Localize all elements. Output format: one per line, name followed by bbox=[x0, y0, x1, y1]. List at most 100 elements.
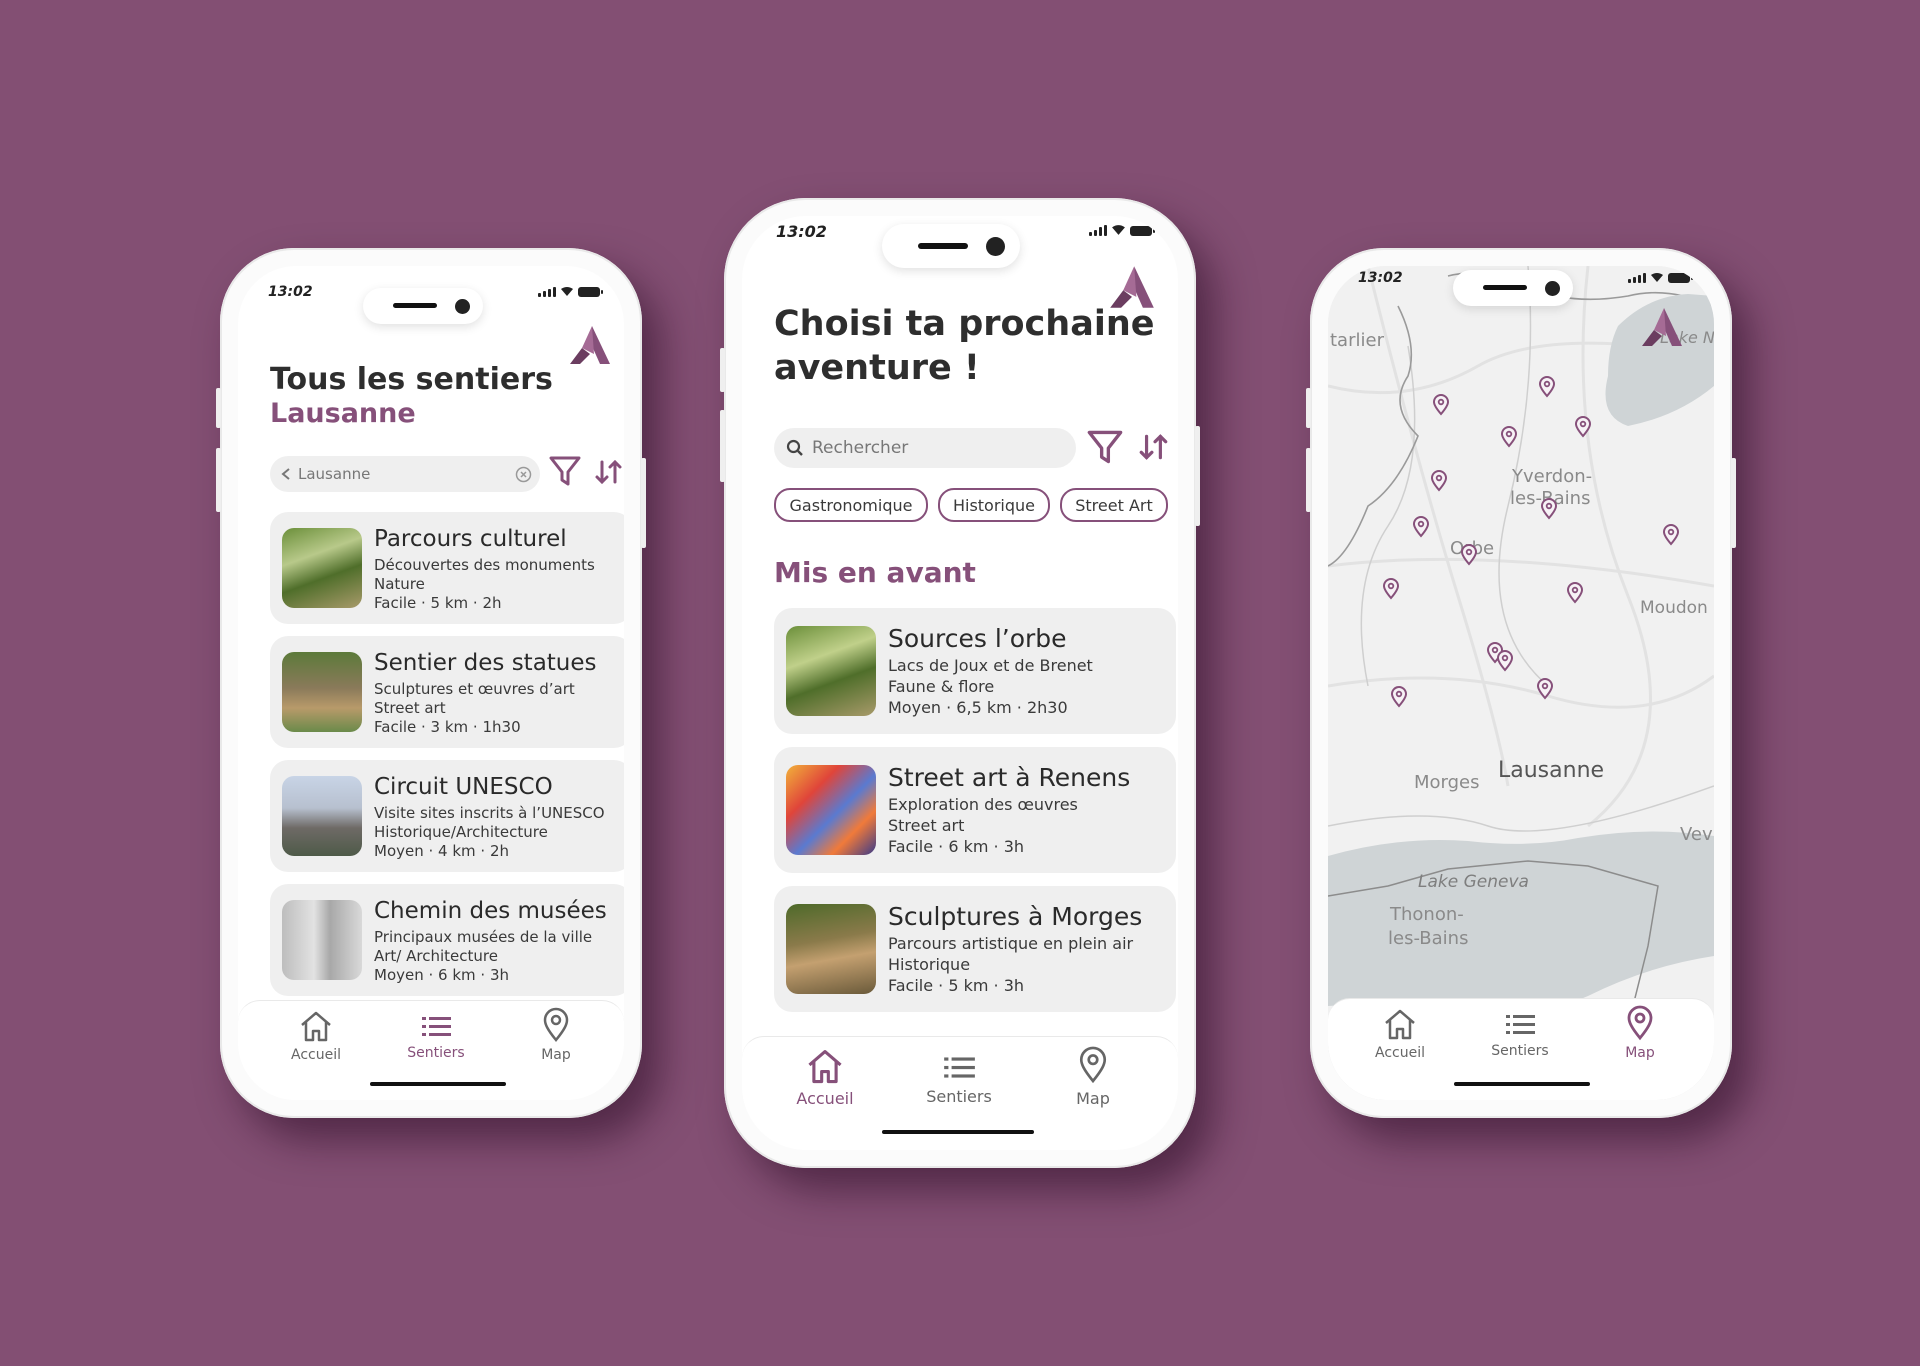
home-indicator bbox=[882, 1130, 1034, 1134]
tab-trails[interactable]: Sentiers bbox=[386, 1011, 486, 1061]
phone-trails-list: 13:02 Tous les sentiers Lausanne Lausann… bbox=[216, 248, 646, 1118]
list-icon bbox=[944, 1057, 975, 1078]
map-pin-icon[interactable] bbox=[1566, 582, 1584, 604]
tab-label: Accueil bbox=[291, 1047, 341, 1063]
dynamic-island bbox=[363, 288, 483, 324]
map-pin-icon[interactable] bbox=[1540, 498, 1558, 520]
page-title: Choisi ta prochaine bbox=[774, 304, 1155, 344]
status-icons bbox=[538, 286, 603, 297]
status-icons bbox=[1628, 272, 1693, 283]
map-pin-icon[interactable] bbox=[1574, 416, 1592, 438]
map-label: Thonon- bbox=[1390, 904, 1464, 925]
battery-icon bbox=[1130, 226, 1155, 236]
side-button bbox=[720, 410, 725, 482]
trail-description: Sculptures et œuvres d’art bbox=[374, 680, 575, 698]
trail-meta: Facile · 5 km · 2h bbox=[374, 594, 502, 612]
trail-card[interactable]: Circuit UNESCO Visite sites inscrits à l… bbox=[270, 760, 624, 872]
list-icon bbox=[422, 1017, 451, 1036]
tab-home[interactable]: Accueil bbox=[1350, 1007, 1450, 1061]
filter-icon[interactable] bbox=[1086, 428, 1124, 466]
side-button bbox=[1195, 426, 1200, 526]
trail-card[interactable]: Chemin des musées Principaux musées de l… bbox=[270, 884, 624, 996]
map-pin-icon[interactable] bbox=[1460, 544, 1478, 566]
screen: 13:02 Tous les sentiers Lausanne Lausann… bbox=[238, 266, 624, 1100]
trail-image bbox=[282, 528, 362, 608]
search-input[interactable]: Lausanne bbox=[270, 456, 540, 492]
side-button bbox=[1731, 458, 1736, 548]
tab-bar: Accueil Sentiers Map bbox=[238, 1000, 624, 1100]
map-label: Lausanne bbox=[1498, 758, 1605, 783]
signal-icon bbox=[1089, 225, 1107, 236]
tab-trails[interactable]: Sentiers bbox=[904, 1051, 1014, 1106]
location-pin-icon bbox=[543, 1007, 569, 1042]
map-pin-icon[interactable] bbox=[1662, 524, 1680, 546]
featured-card[interactable]: Sculptures à Morges Parcours artistique … bbox=[774, 886, 1176, 1012]
tab-map[interactable]: Map bbox=[1590, 1005, 1690, 1061]
map-pin-icon[interactable] bbox=[1536, 678, 1554, 700]
trail-image bbox=[786, 765, 876, 855]
map-pin-icon[interactable] bbox=[1412, 516, 1430, 538]
tab-label: Map bbox=[1625, 1045, 1655, 1061]
tab-bar: Accueil Sentiers Map bbox=[1328, 998, 1714, 1100]
dynamic-island bbox=[882, 224, 1020, 268]
clear-icon[interactable] bbox=[515, 466, 532, 483]
trail-category: Faune & flore bbox=[888, 677, 995, 696]
phone-home: 13:02 Choisi ta prochaine aventure ! Rec… bbox=[720, 198, 1200, 1168]
tab-home[interactable]: Accueil bbox=[770, 1047, 880, 1108]
tab-map[interactable]: Map bbox=[1038, 1045, 1148, 1108]
map-pin-icon[interactable] bbox=[1500, 426, 1518, 448]
page-title: Tous les sentiers bbox=[270, 362, 553, 397]
trail-description: Découvertes des monuments bbox=[374, 556, 595, 574]
trail-image bbox=[282, 652, 362, 732]
status-time: 13:02 bbox=[776, 222, 827, 241]
trail-card[interactable]: Sentier des statues Sculptures et œuvres… bbox=[270, 636, 624, 748]
map-pin-icon[interactable] bbox=[1382, 578, 1400, 600]
filter-icon[interactable] bbox=[548, 454, 582, 488]
location-pin-icon bbox=[1627, 1005, 1653, 1041]
trail-image bbox=[786, 904, 876, 994]
map-label: Yverdon- bbox=[1512, 466, 1593, 487]
featured-card[interactable]: Sources l’orbe Lacs de Joux et de Brenet… bbox=[774, 608, 1176, 734]
page-title-line2: aventure ! bbox=[774, 348, 980, 388]
featured-card[interactable]: Street art à Renens Exploration des œuvr… bbox=[774, 747, 1176, 873]
sort-icon[interactable] bbox=[594, 456, 624, 488]
trail-category: Nature bbox=[374, 575, 425, 593]
tab-map[interactable]: Map bbox=[506, 1007, 606, 1063]
trail-title: Street art à Renens bbox=[888, 763, 1131, 792]
map-pin-icon[interactable] bbox=[1538, 376, 1556, 398]
trail-category: Street art bbox=[888, 816, 965, 835]
tab-label: Map bbox=[1076, 1089, 1110, 1108]
side-button bbox=[216, 388, 221, 428]
category-chip[interactable]: Gastronomique bbox=[774, 488, 928, 522]
tab-home[interactable]: Accueil bbox=[266, 1009, 366, 1063]
map-pin-icon[interactable] bbox=[1496, 650, 1514, 672]
side-button bbox=[1306, 448, 1311, 512]
screen: tarlier Lake N Yverdon- les-Bains Orbe M… bbox=[1328, 266, 1714, 1100]
side-button bbox=[641, 458, 646, 548]
search-value: Lausanne bbox=[298, 465, 371, 483]
trail-card[interactable]: Parcours culturel Découvertes des monume… bbox=[270, 512, 624, 624]
category-chip[interactable]: Historique bbox=[938, 488, 1050, 522]
trail-title: Chemin des musées bbox=[374, 898, 607, 924]
trail-image bbox=[282, 900, 362, 980]
map-pin-icon[interactable] bbox=[1390, 686, 1408, 708]
trail-title: Parcours culturel bbox=[374, 526, 567, 552]
sort-icon[interactable] bbox=[1138, 430, 1170, 464]
location-pin-icon bbox=[1079, 1046, 1107, 1084]
trail-meta: Moyen · 6 km · 3h bbox=[374, 966, 509, 984]
side-button bbox=[720, 348, 725, 392]
trail-meta: Facile · 5 km · 3h bbox=[888, 976, 1025, 995]
map-pin-icon[interactable] bbox=[1430, 470, 1448, 492]
map-label: Morges bbox=[1414, 772, 1480, 793]
map-pin-icon[interactable] bbox=[1432, 394, 1450, 416]
search-icon bbox=[786, 439, 803, 456]
signal-icon bbox=[538, 287, 556, 297]
side-button bbox=[1306, 388, 1311, 428]
search-input[interactable]: Rechercher bbox=[774, 428, 1076, 468]
tab-trails[interactable]: Sentiers bbox=[1470, 1009, 1570, 1059]
map-canvas[interactable] bbox=[1328, 266, 1714, 1100]
list-icon bbox=[1506, 1015, 1535, 1034]
category-chip[interactable]: Street Art bbox=[1060, 488, 1168, 522]
trail-category: Street art bbox=[374, 699, 446, 717]
chevron-left-icon[interactable] bbox=[280, 467, 292, 481]
